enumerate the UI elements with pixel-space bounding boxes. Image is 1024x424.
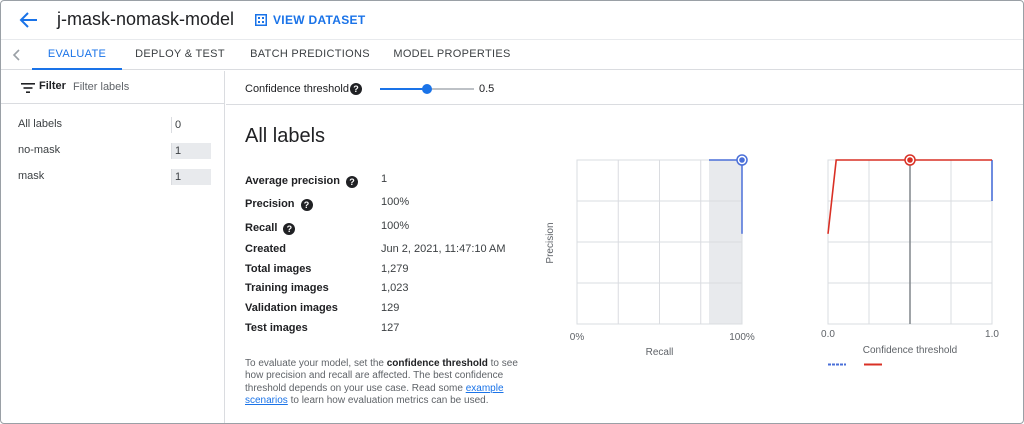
metric-training-images-label: Training images bbox=[245, 282, 329, 294]
confidence-threshold-slider[interactable] bbox=[380, 81, 474, 97]
page-header: j-mask-nomask-model VIEW DATASET bbox=[1, 1, 1023, 39]
label-name: no-mask bbox=[18, 144, 61, 156]
filter-bar: Filter bbox=[1, 71, 224, 104]
desc-text-3: to learn how evaluation metrics can be u… bbox=[287, 394, 489, 406]
filter-label: Filter bbox=[39, 80, 66, 92]
desc-text-1: To evaluate your model, set the bbox=[245, 358, 387, 369]
grid-icon bbox=[255, 14, 267, 26]
x-tick-label: 1.0 bbox=[985, 329, 999, 340]
metric-created-value: Jun 2, 2021, 11:47:10 AM bbox=[381, 243, 506, 255]
view-dataset-label: VIEW DATASET bbox=[273, 13, 366, 27]
chevron-left-icon[interactable] bbox=[9, 47, 25, 63]
metric-label: Precision bbox=[245, 198, 295, 210]
evaluation-help-text: To evaluate your model, set the confiden… bbox=[245, 358, 520, 407]
x-axis-label: Confidence threshold bbox=[863, 345, 958, 356]
threshold-value: 0.5 bbox=[479, 83, 495, 95]
labels-sidebar: Filter All labels 0 no-mask 1 mask 1 bbox=[1, 71, 225, 423]
y-axis-label: Precision bbox=[545, 222, 556, 263]
metric-validation-images-label: Validation images bbox=[245, 302, 338, 314]
metric-recall-label: Recall? bbox=[245, 222, 296, 235]
tab-evaluate[interactable]: EVALUATE bbox=[32, 40, 122, 70]
view-dataset-button[interactable]: VIEW DATASET bbox=[255, 11, 366, 29]
label-count: 1 bbox=[171, 169, 211, 185]
tab-model-properties[interactable]: MODEL PROPERTIES bbox=[391, 40, 513, 70]
precision-recall-chart: 0% 100% Recall Precision bbox=[545, 154, 755, 358]
metric-average-precision-label: Average precision? bbox=[245, 175, 358, 188]
tab-batch-predictions[interactable]: BATCH PREDICTIONS bbox=[247, 40, 373, 70]
threshold-bar: Confidence threshold ? 0.5 bbox=[226, 71, 1023, 105]
x-tick-label: 100% bbox=[729, 332, 755, 343]
label-name: mask bbox=[18, 170, 45, 182]
label-name: All labels bbox=[18, 118, 63, 130]
metric-label: Average precision bbox=[245, 175, 340, 187]
tab-bar: EVALUATE DEPLOY & TEST BATCH PREDICTIONS… bbox=[1, 39, 1023, 70]
label-row-no-mask[interactable]: no-mask 1 bbox=[1, 141, 224, 161]
label-count: 1 bbox=[171, 143, 211, 159]
metric-precision-label: Precision? bbox=[245, 198, 313, 211]
help-icon[interactable]: ? bbox=[300, 199, 313, 211]
page-title: All labels bbox=[245, 125, 326, 147]
metric-recall-value: 100% bbox=[381, 220, 410, 232]
threshold-label: Confidence threshold bbox=[245, 83, 349, 95]
label-row-mask[interactable]: mask 1 bbox=[1, 167, 224, 187]
help-icon[interactable]: ? bbox=[350, 83, 362, 95]
pr-marker bbox=[739, 157, 745, 163]
x-tick-label: 0.0 bbox=[821, 329, 835, 340]
label-row-all[interactable]: All labels 0 bbox=[1, 115, 224, 135]
help-icon[interactable]: ? bbox=[283, 223, 296, 235]
slider-thumb[interactable] bbox=[422, 84, 432, 94]
metric-training-images-value: 1,023 bbox=[381, 282, 409, 294]
filter-labels-input[interactable] bbox=[73, 77, 213, 97]
model-title: j-mask-nomask-model bbox=[57, 9, 235, 29]
metric-test-images-label: Test images bbox=[245, 322, 308, 334]
metric-validation-images-value: 129 bbox=[381, 302, 400, 314]
metric-created-label: Created bbox=[245, 243, 286, 255]
desc-bold: confidence threshold bbox=[386, 358, 488, 369]
back-arrow-icon[interactable] bbox=[17, 9, 41, 31]
tab-deploy-test[interactable]: DEPLOY & TEST bbox=[131, 40, 229, 70]
metric-precision-value: 100% bbox=[381, 196, 410, 208]
x-axis-label: Recall bbox=[646, 347, 674, 358]
x-tick-label: 0% bbox=[570, 332, 585, 343]
metric-test-images-value: 127 bbox=[381, 322, 400, 334]
slider-fill bbox=[380, 88, 427, 90]
metric-average-precision-value: 1 bbox=[381, 173, 388, 185]
ct-marker bbox=[907, 157, 913, 163]
metric-total-images-value: 1,279 bbox=[381, 263, 409, 275]
metric-label: Recall bbox=[245, 222, 278, 234]
confidence-threshold-chart: 0.0 1.0 Confidence threshold bbox=[821, 154, 999, 366]
help-icon[interactable]: ? bbox=[345, 176, 358, 188]
filter-icon[interactable] bbox=[21, 83, 35, 93]
app-window: j-mask-nomask-model VIEW DATASET EVALUAT… bbox=[0, 0, 1024, 424]
label-count: 0 bbox=[171, 117, 211, 133]
metric-total-images-label: Total images bbox=[245, 263, 312, 275]
